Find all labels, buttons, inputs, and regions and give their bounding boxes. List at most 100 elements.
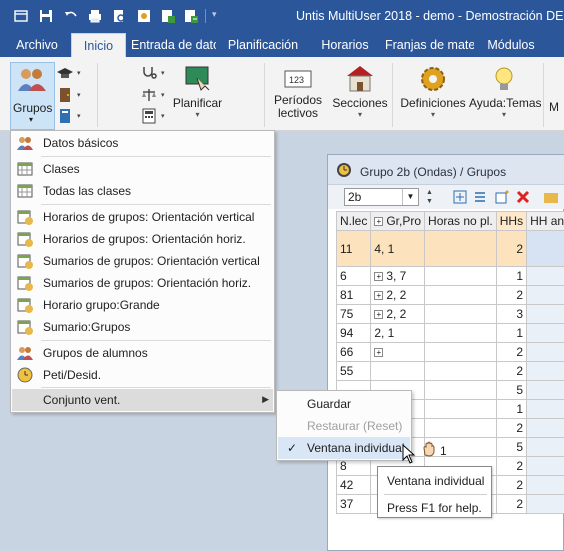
cell-hh-anual[interactable] [526, 380, 564, 400]
menu-item-horarios-vertical[interactable]: Horarios de grupos: Orientación vertical [12, 206, 273, 228]
cell-hh-anual[interactable] [526, 230, 564, 267]
cell-hhs[interactable]: 2 [495, 456, 528, 476]
cell-horas-no-pl[interactable] [424, 380, 497, 400]
cell-hh-anual[interactable] [526, 475, 564, 495]
cell-hh-anual[interactable] [526, 342, 564, 362]
table-row[interactable]: 66 +2 [335, 342, 564, 362]
table-row[interactable]: 55 2 [335, 361, 564, 381]
undo-icon[interactable] [62, 7, 80, 25]
cell-hh-anual[interactable] [526, 285, 564, 305]
cell-hhs[interactable]: 2 [495, 494, 528, 514]
new-row-icon[interactable] [494, 189, 510, 205]
cell-nlec[interactable]: 94 [335, 323, 372, 343]
list-icon[interactable] [472, 189, 488, 205]
element-selector[interactable]: 2b ▼ [344, 188, 419, 206]
window-titlebar[interactable]: Grupo 2b (Ondas) / Grupos [328, 155, 564, 185]
cell-hh-anual[interactable] [526, 266, 564, 286]
cell-hh-anual[interactable] [526, 361, 564, 381]
delete-icon[interactable] [515, 189, 531, 205]
cell-hh-anual[interactable] [526, 437, 564, 457]
cell-nlec[interactable]: 6 [335, 266, 372, 286]
menu-item-sumarios-vertical[interactable]: Sumarios de grupos: Orientación vertical [12, 250, 273, 272]
export-icon[interactable] [159, 7, 177, 25]
cell-hhs[interactable]: 2 [495, 230, 528, 267]
col-header-nlec[interactable]: N.lec [335, 211, 372, 231]
expand-icon[interactable]: + [374, 310, 384, 320]
stethoscope-mini-button[interactable]: ▾ [141, 64, 169, 82]
cell-horas-no-pl[interactable] [424, 323, 497, 343]
cell-hh-anual[interactable] [526, 323, 564, 343]
cell-grpro[interactable]: +2, 2 [370, 304, 426, 324]
periodos-lectivos-button[interactable]: 123 Períodos lectivos [270, 69, 326, 120]
tab-entrada-de-datos[interactable]: Entrada de datos [128, 33, 216, 57]
tab-planificacion[interactable]: Planificación [219, 33, 307, 57]
expand-icon[interactable]: + [374, 291, 384, 301]
customize-quick-access-icon[interactable]: ▾ [212, 9, 217, 20]
cell-nlec[interactable]: 66 [335, 342, 372, 362]
cell-horas-no-pl[interactable] [424, 304, 497, 324]
subjects-mini-button[interactable]: ▾ [57, 107, 85, 125]
expand-icon[interactable]: + [374, 217, 384, 227]
cell-hhs[interactable]: 1 [495, 323, 528, 343]
cell-grpro[interactable]: + [370, 342, 426, 362]
grupos-button[interactable]: Grupos ▾ [10, 62, 55, 130]
tab-horarios[interactable]: Horarios [311, 33, 379, 57]
cell-nlec[interactable]: 55 [335, 361, 372, 381]
menu-item-conjunto-vent[interactable]: Conjunto vent. ▶ [12, 389, 273, 411]
cell-grpro[interactable]: +3, 7 [370, 266, 426, 286]
cell-hhs[interactable]: 5 [495, 380, 528, 400]
calculator-mini-button[interactable]: ▾ [141, 107, 169, 125]
scales-mini-button[interactable]: ▾ [141, 86, 169, 104]
spinner-icon[interactable]: ▲ ▼ [426, 188, 434, 206]
menu-item-datos-basicos[interactable]: Datos básicos [12, 132, 273, 154]
save-icon[interactable] [37, 7, 55, 25]
cell-grpro[interactable]: +2, 2 [370, 285, 426, 305]
cell-hh-anual[interactable] [526, 304, 564, 324]
cell-horas-no-pl[interactable] [424, 342, 497, 362]
cell-hh-anual[interactable] [526, 418, 564, 438]
table-row[interactable]: 81 +2, 2 2 [335, 285, 564, 305]
ayuda-temas-button[interactable]: Ayuda:Temas ▾ [469, 64, 542, 119]
cell-hhs[interactable]: 2 [495, 285, 528, 305]
table-row[interactable]: 11 4, 1 2 [335, 230, 564, 267]
cell-horas-no-pl[interactable] [424, 361, 497, 381]
print-preview-icon[interactable] [110, 7, 128, 25]
col-header-hhs[interactable]: HHs [495, 211, 528, 231]
import-icon[interactable] [182, 7, 200, 25]
menu-item-horarios-horiz[interactable]: Horarios de grupos: Orientación horiz. [12, 228, 273, 250]
col-header-grpro[interactable]: + Gr,Pro [370, 211, 426, 231]
expand-icon[interactable] [452, 189, 468, 205]
cell-horas-no-pl[interactable] [424, 285, 497, 305]
cell-grpro[interactable]: 2, 1 [370, 323, 426, 343]
menu-item-clases[interactable]: Clases [12, 158, 273, 180]
cell-horas-no-pl[interactable] [424, 266, 497, 286]
cell-hhs[interactable]: 2 [495, 475, 528, 495]
expand-icon[interactable]: + [374, 348, 384, 358]
menu-item-sumarios-horiz[interactable]: Sumarios de grupos: Orientación horiz. [12, 272, 273, 294]
cell-hhs[interactable]: 5 [495, 437, 528, 457]
cell-hhs[interactable]: 2 [495, 342, 528, 362]
secciones-button[interactable]: Secciones ▾ [332, 64, 388, 119]
cell-grpro[interactable]: 4, 1 [370, 230, 426, 267]
tab-franjas-de-materias[interactable]: Franjas de materias [382, 33, 474, 57]
menu-item-grupos-de-alumnos[interactable]: Grupos de alumnos [12, 342, 273, 364]
menu-item-todas-las-clases[interactable]: Todas las clases [12, 180, 273, 202]
menu-item-horario-grupo-grande[interactable]: Horario grupo:Grande [12, 294, 273, 316]
planificar-button[interactable]: Planificar ▾ [170, 64, 225, 119]
expand-icon[interactable]: + [374, 272, 384, 282]
cell-hh-anual[interactable] [526, 456, 564, 476]
print-icon[interactable] [86, 7, 104, 25]
rooms-mini-button[interactable]: ▾ [57, 86, 85, 104]
menu-item-sumario-grupos[interactable]: Sumario:Grupos [12, 316, 273, 338]
cell-nlec[interactable]: 37 [335, 494, 372, 514]
cell-nlec[interactable]: 11 [335, 230, 372, 267]
tab-archivo[interactable]: Archivo [6, 33, 68, 57]
cell-horas-no-pl[interactable] [424, 399, 497, 419]
cell-grpro[interactable] [370, 361, 426, 381]
col-header-horas[interactable]: Horas no pl. [424, 211, 497, 231]
cell-hhs[interactable]: 3 [495, 304, 528, 324]
cell-nlec[interactable]: 42 [335, 475, 372, 495]
cell-nlec[interactable]: 81 [335, 285, 372, 305]
cell-hh-anual[interactable] [526, 399, 564, 419]
tab-inicio[interactable]: Inicio [71, 33, 126, 57]
